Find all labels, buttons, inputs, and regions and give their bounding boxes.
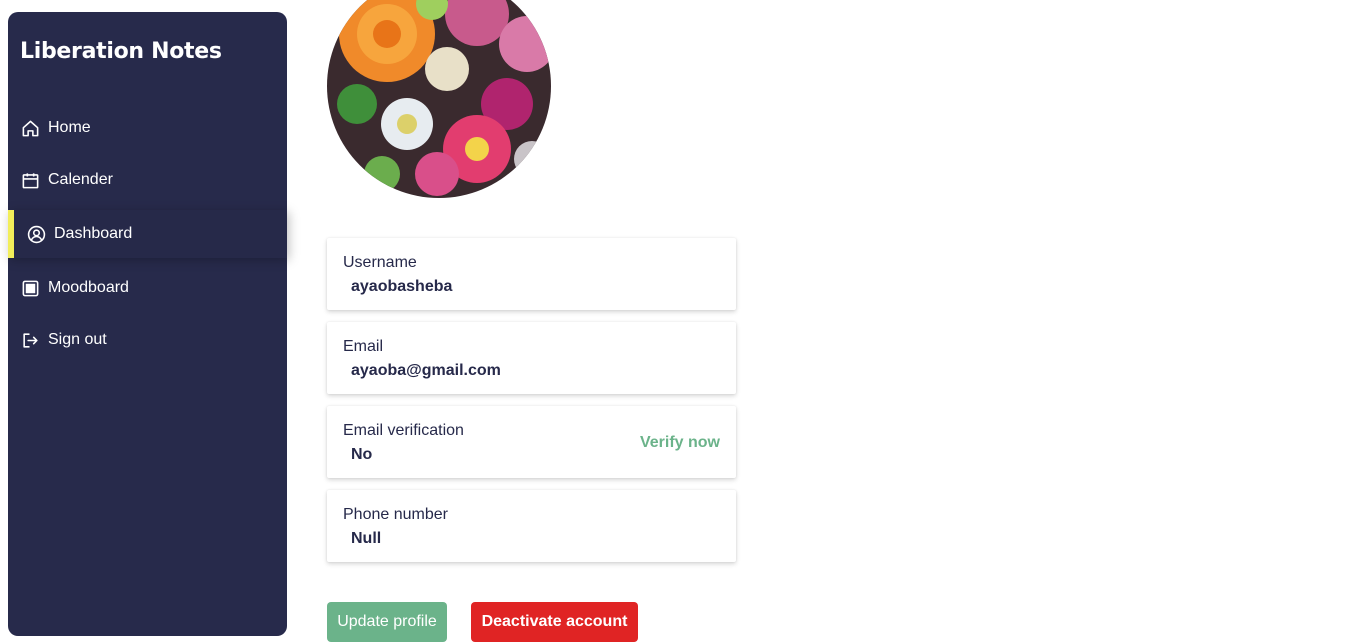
sidebar-item-calender[interactable]: Calender	[8, 154, 287, 206]
moodboard-icon	[21, 279, 40, 298]
sidebar-item-label: Calender	[48, 171, 113, 188]
sidebar-item-label: Dashboard	[54, 225, 133, 242]
update-profile-button[interactable]: Update profile	[327, 602, 447, 642]
email-card: Email ayaoba@gmail.com	[327, 322, 736, 394]
deactivate-account-button[interactable]: Deactivate account	[471, 602, 638, 642]
sidebar: Liberation Notes Home Calender Dashboard…	[8, 12, 287, 636]
sign-out-icon	[21, 331, 40, 350]
sidebar-item-home[interactable]: Home	[8, 102, 287, 154]
sidebar-item-label: Sign out	[48, 331, 107, 348]
phone-card: Phone number Null	[327, 490, 736, 562]
field-label: Email	[343, 338, 384, 355]
field-label: Phone number	[343, 506, 448, 523]
username-card: Username ayaobasheba	[327, 238, 736, 310]
user-circle-icon	[27, 225, 46, 244]
field-label: Email verification	[343, 422, 464, 439]
sidebar-item-moodboard[interactable]: Moodboard	[8, 262, 287, 314]
sidebar-item-label: Home	[48, 119, 91, 136]
verification-value: No	[351, 446, 373, 463]
phone-value: Null	[351, 530, 382, 547]
sidebar-nav: Home Calender Dashboard Moodboard Sign o…	[8, 102, 287, 366]
home-icon	[21, 119, 40, 138]
profile-avatar	[327, 0, 551, 198]
calendar-icon	[21, 171, 40, 190]
email-value: ayaoba@gmail.com	[351, 362, 501, 379]
email-verification-card: Email verification No Verify now	[327, 406, 736, 478]
app-title: Liberation Notes	[20, 39, 222, 64]
sidebar-item-dashboard[interactable]: Dashboard	[8, 210, 287, 258]
field-label: Username	[343, 254, 417, 271]
username-value: ayaobasheba	[351, 278, 453, 295]
sidebar-item-sign-out[interactable]: Sign out	[8, 314, 287, 366]
verify-now-link[interactable]: Verify now	[640, 434, 720, 452]
sidebar-item-label: Moodboard	[48, 279, 129, 296]
